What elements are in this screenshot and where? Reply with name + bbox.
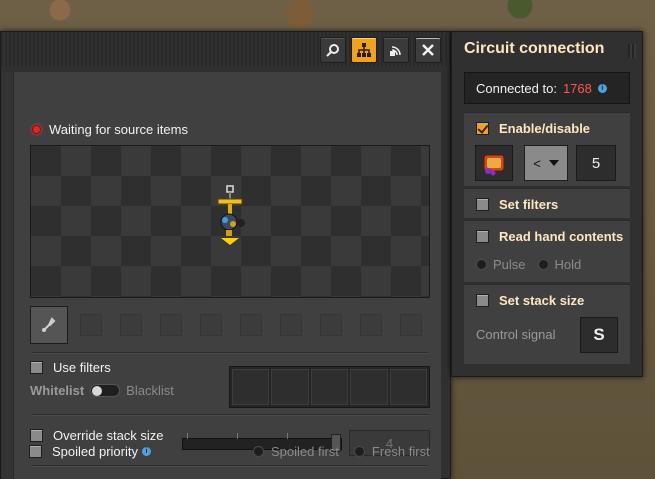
fresh-first-label: Fresh first [371, 444, 430, 459]
empty-slot[interactable] [80, 314, 102, 336]
info-icon: i [597, 83, 607, 93]
inserter-content-panel: Waiting for source items Use filters Whi… [13, 72, 441, 479]
wrench-icon [42, 317, 56, 332]
comparator-select[interactable]: < [524, 145, 568, 181]
spoiled-first-radio[interactable] [253, 446, 264, 457]
pulse-hold-row: Pulse Hold [476, 257, 581, 272]
override-stack-row[interactable]: Override stack size [30, 428, 164, 443]
circuit-title: Circuit connection [464, 40, 605, 57]
set-stack-size-section: Set stack size Control signal S [464, 284, 630, 364]
read-hand-row[interactable]: Read hand contents [476, 229, 623, 244]
spoiled-first-label: Spoiled first [271, 444, 339, 459]
read-hand-section: Read hand contents Pulse Hold [464, 220, 630, 282]
set-stack-size-row[interactable]: Set stack size [476, 293, 584, 308]
spoiled-priority-label: Spoiled priority [52, 444, 138, 459]
logistic-network-icon [390, 46, 401, 56]
divider [32, 414, 428, 416]
set-filters-section: Set filters [464, 188, 630, 218]
left-edge-strip [1, 72, 13, 479]
connected-to-box: Connected to: 1768 i [464, 72, 630, 104]
close-icon [422, 44, 434, 56]
whitelist-blacklist-toggle[interactable] [90, 384, 121, 397]
pulse-radio[interactable] [476, 259, 487, 270]
blacklist-label: Blacklist [126, 383, 174, 398]
filter-cell[interactable] [232, 369, 270, 405]
circuit-network-button[interactable] [351, 37, 377, 63]
spoiled-priority-row[interactable]: Spoiled priority i [29, 444, 151, 459]
inserter-slot-button[interactable] [30, 306, 68, 344]
whitelist-label: Whitelist [30, 383, 85, 398]
divider [32, 352, 428, 354]
empty-slot[interactable] [160, 314, 182, 336]
spoiled-priority-checkbox[interactable] [29, 445, 42, 458]
filter-cell[interactable] [389, 369, 428, 405]
override-stack-checkbox[interactable] [30, 429, 43, 442]
set-stack-size-checkbox[interactable] [476, 294, 489, 307]
control-signal-row: Control signal [476, 327, 556, 342]
enable-disable-row[interactable]: Enable/disable [476, 121, 590, 136]
empty-slot[interactable] [200, 314, 222, 336]
read-hand-label: Read hand contents [499, 229, 624, 244]
connected-network-id: 1768 [562, 80, 592, 96]
enable-disable-section: Enable/disable < 5 [464, 112, 630, 186]
chevron-down-icon [548, 160, 559, 166]
spoiled-radio-row: Spoiled first Fresh first [253, 444, 430, 459]
filter-cell[interactable] [310, 369, 349, 405]
hold-label: Hold [554, 257, 582, 272]
override-stack-label: Override stack size [53, 428, 164, 443]
signal-select-button[interactable] [475, 145, 513, 181]
enable-disable-checkbox[interactable] [476, 122, 489, 135]
title-drag-handle[interactable] [628, 44, 636, 58]
control-signal-button[interactable]: S [580, 317, 618, 353]
close-button[interactable] [415, 37, 441, 63]
set-filters-checkbox[interactable] [476, 198, 489, 211]
status-text: Waiting for source items [49, 121, 188, 137]
inserter-window: Waiting for source items Use filters Whi… [0, 31, 451, 479]
whitelist-blacklist-row: Whitelist Blacklist [30, 383, 174, 398]
filter-slot-row [30, 306, 430, 344]
set-stack-size-label: Set stack size [499, 293, 585, 308]
empty-slot[interactable] [240, 314, 262, 336]
comparator-value: < [533, 155, 541, 171]
divider [32, 465, 428, 467]
set-filters-label: Set filters [499, 197, 559, 212]
use-filters-checkbox[interactable] [30, 361, 43, 374]
logistic-network-button[interactable] [383, 37, 409, 63]
search-icon [326, 44, 339, 57]
set-filters-row[interactable]: Set filters [476, 197, 558, 212]
info-icon: i [142, 447, 151, 456]
use-filters-label: Use filters [53, 360, 111, 375]
enable-disable-label: Enable/disable [499, 121, 591, 136]
empty-slot[interactable] [120, 314, 142, 336]
circuit-network-icon [357, 43, 371, 57]
empty-slot[interactable] [360, 314, 382, 336]
item-signal-icon [483, 154, 505, 176]
hold-radio[interactable] [537, 259, 549, 270]
window-titlebar[interactable] [1, 32, 450, 66]
empty-slot[interactable] [320, 314, 342, 336]
pulse-label: Pulse [493, 257, 526, 272]
empty-slot[interactable] [280, 314, 302, 336]
status-led-icon [32, 124, 41, 134]
empty-slot[interactable] [400, 314, 422, 336]
fresh-first-radio[interactable] [353, 446, 365, 457]
search-button[interactable] [320, 37, 346, 63]
filter-cell[interactable] [271, 369, 309, 405]
inserter-icon [217, 185, 245, 245]
control-signal-label: Control signal [476, 327, 556, 342]
entity-preview [30, 145, 430, 298]
connected-label: Connected to: [476, 80, 557, 96]
read-hand-checkbox[interactable] [476, 230, 489, 243]
constant-value-button[interactable]: 5 [576, 145, 616, 181]
filter-cell[interactable] [350, 369, 388, 405]
circuit-connection-window: Circuit connection Connected to: 1768 i … [451, 31, 643, 377]
filter-grid [229, 366, 430, 408]
use-filters-row[interactable]: Use filters [30, 360, 111, 375]
status-row: Waiting for source items [32, 120, 188, 138]
